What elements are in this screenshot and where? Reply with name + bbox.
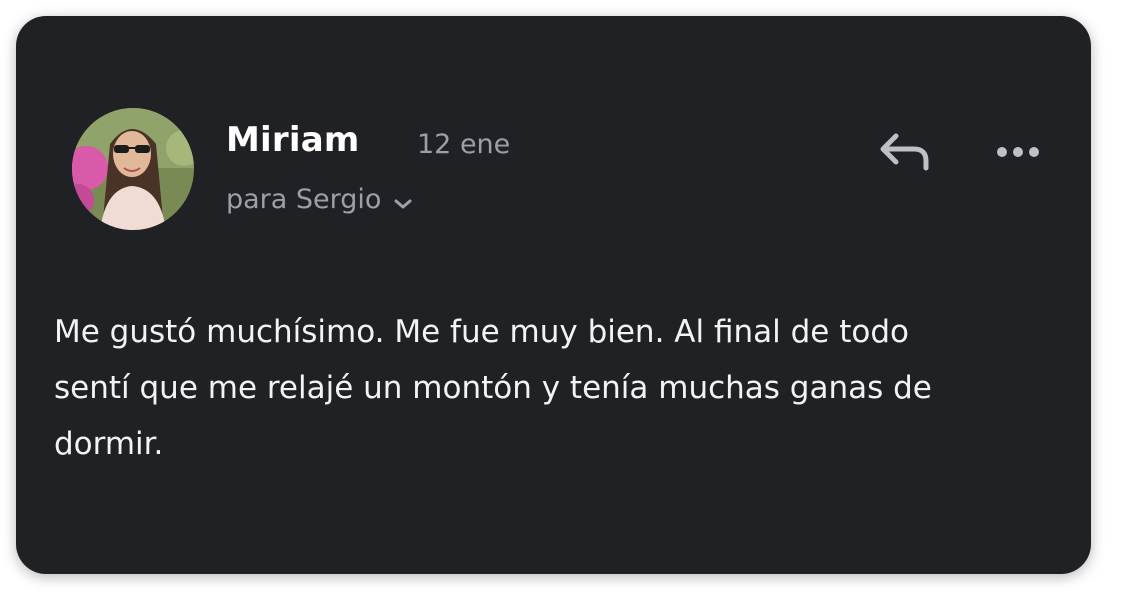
sender-name: Miriam: [226, 120, 360, 160]
reply-button[interactable]: [874, 126, 936, 180]
message-body-line: dormir.: [54, 426, 164, 462]
sender-avatar[interactable]: [72, 108, 194, 230]
message-body-line: Me gustó muchísimo. Me fue muy bien. Al …: [54, 314, 909, 350]
recipient-label: para Sergio: [226, 184, 382, 215]
more-horizontal-icon: [997, 147, 1039, 157]
recipient-details-toggle[interactable]: para Sergio: [226, 182, 413, 217]
message-date: 12 ene: [417, 129, 511, 160]
more-options-button[interactable]: [992, 130, 1046, 174]
email-message-card: Miriam 12 ene para Sergio Me gustó muchí…: [16, 16, 1091, 574]
reply-arrow-icon: [880, 133, 929, 171]
message-body: Me gustó muchísimo. Me fue muy bien. Al …: [54, 304, 1044, 472]
chevron-down-icon: [393, 186, 413, 217]
message-body-line: sentí que me relajé un montón y tenía mu…: [54, 370, 932, 406]
avatar-photo: [72, 108, 194, 230]
